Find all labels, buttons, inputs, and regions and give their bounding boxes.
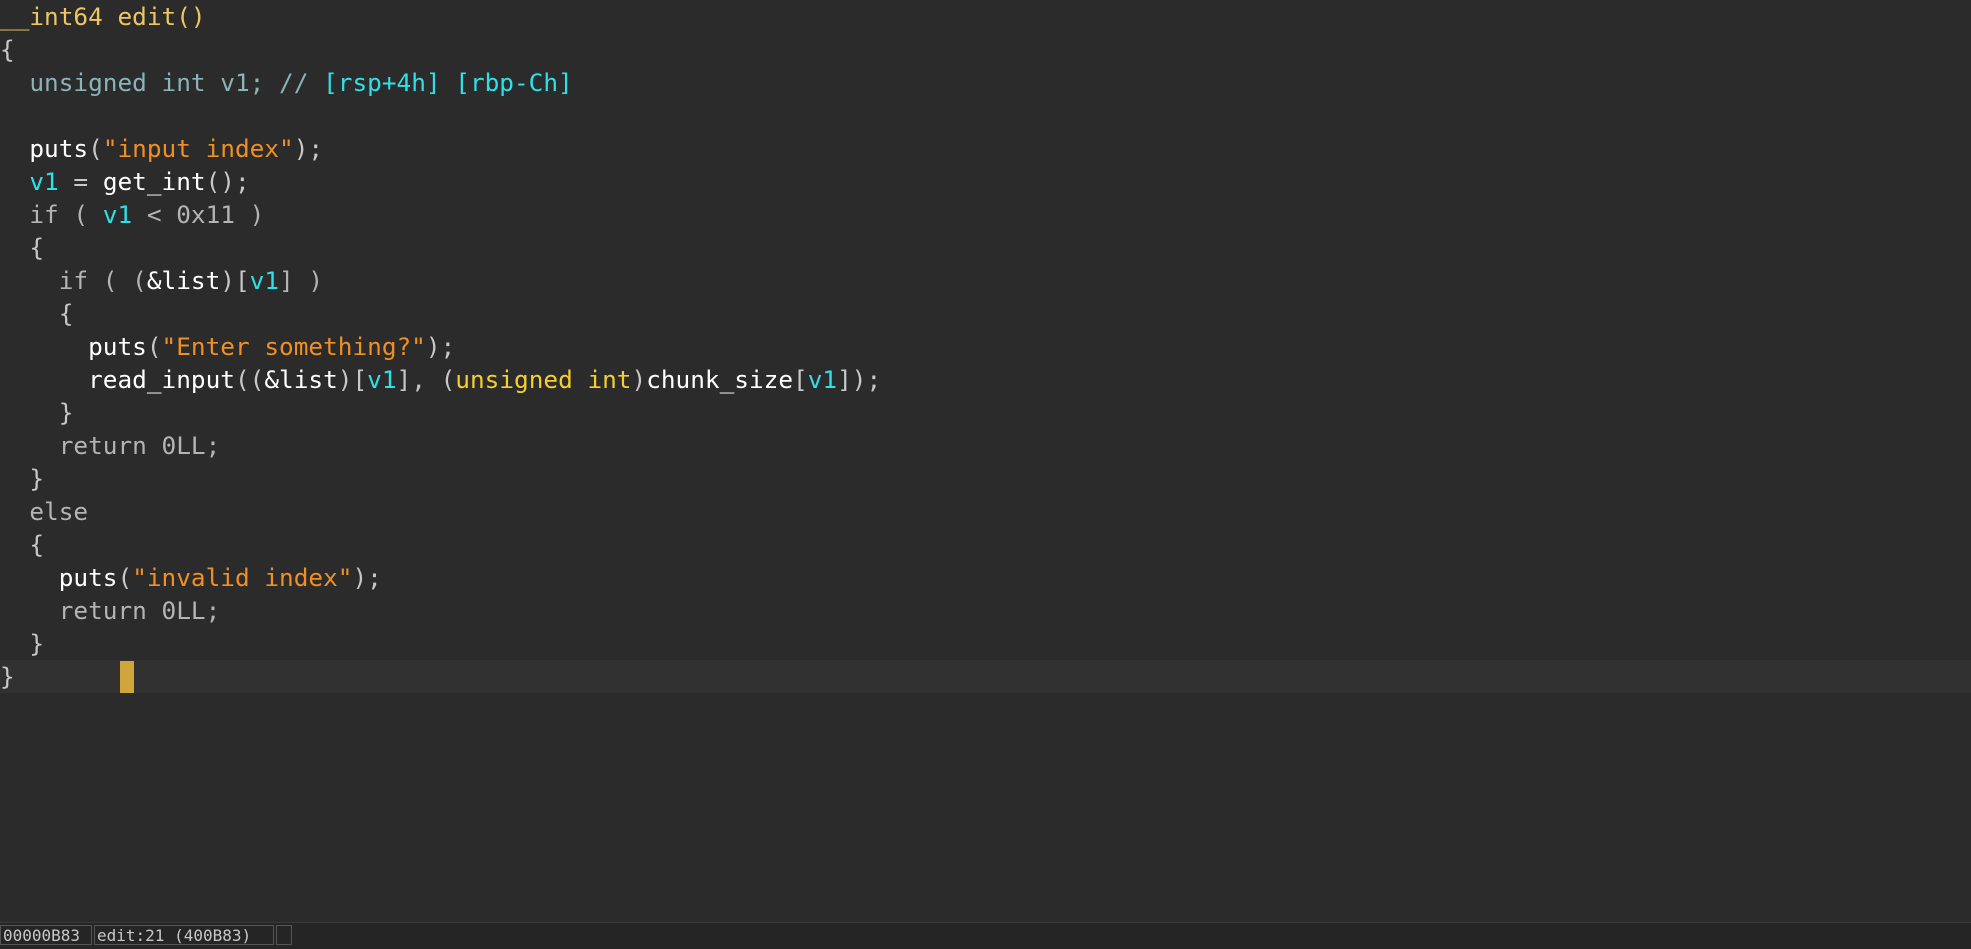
code-token: ( (88, 134, 103, 163)
code-line[interactable]: puts("input index"); (0, 132, 1971, 165)
code-token: [ (793, 365, 808, 394)
code-token: { (0, 35, 15, 64)
code-token: v1 (807, 365, 838, 394)
code-token: } (0, 662, 15, 691)
code-token: v1 (367, 365, 397, 394)
code-line[interactable]: { (0, 33, 1971, 66)
code-token: ; // (249, 68, 324, 97)
code-line[interactable]: } (0, 660, 1971, 693)
code-token: v1 (29, 167, 59, 196)
code-token: __int64 edit() (0, 2, 206, 31)
code-token: if ( ( (0, 266, 147, 295)
code-token: ]); (837, 365, 882, 394)
code-token: &list (146, 266, 221, 295)
code-token: = (58, 167, 103, 196)
code-token: ) (631, 365, 647, 394)
code-token: unsigned int (455, 365, 632, 394)
status-location: edit:21 (400B83) (94, 925, 274, 945)
code-token: (( (234, 365, 265, 394)
code-token: )[ (337, 365, 368, 394)
code-line[interactable]: return 0LL; (0, 594, 1971, 627)
code-token: < 0x11 ) (132, 200, 265, 229)
code-line[interactable]: read_input((&list)[v1], (unsigned int)ch… (0, 363, 1971, 396)
code-line[interactable]: else (0, 495, 1971, 528)
status-extra (276, 925, 292, 945)
code-line[interactable]: puts("Enter something?"); (0, 330, 1971, 363)
code-token: v1 (249, 266, 280, 295)
code-token: } (0, 464, 45, 493)
code-token: puts (58, 563, 118, 592)
code-token: "Enter something?" (161, 332, 426, 361)
code-token: { (0, 530, 45, 559)
code-token: get_int (102, 167, 206, 196)
code-line[interactable]: return 0LL; (0, 429, 1971, 462)
code-line[interactable]: if ( v1 < 0x11 ) (0, 198, 1971, 231)
code-line[interactable]: } (0, 396, 1971, 429)
code-line[interactable]: { (0, 528, 1971, 561)
status-address: 00000B83 (0, 925, 92, 945)
code-token: puts (88, 332, 147, 361)
code-token: else (0, 497, 89, 526)
code-line[interactable] (0, 99, 1971, 132)
code-token: unsigned int v1 (29, 68, 250, 97)
code-line[interactable]: v1 = get_int(); (0, 165, 1971, 198)
code-line[interactable]: { (0, 231, 1971, 264)
code-token: "invalid index" (132, 563, 353, 592)
code-token: if ( (0, 200, 103, 229)
code-token: ] ) (279, 266, 324, 295)
code-line[interactable]: } (0, 462, 1971, 495)
code-token: } (0, 629, 45, 658)
code-line[interactable]: if ( (&list)[v1] ) (0, 264, 1971, 297)
code-token: } (0, 398, 74, 427)
pseudocode-view[interactable]: __int64 edit(){ unsigned int v1; // [rsp… (0, 0, 1971, 920)
code-token: "input index" (102, 134, 294, 163)
code-token: v1 (102, 200, 133, 229)
code-token: ], ( (396, 365, 456, 394)
code-line[interactable]: unsigned int v1; // [rsp+4h] [rbp-Ch] (0, 66, 1971, 99)
code-line[interactable]: { (0, 297, 1971, 330)
code-line[interactable]: puts("invalid index"); (0, 561, 1971, 594)
code-token: return 0LL; (0, 596, 221, 625)
code-token: ( (117, 563, 133, 592)
code-token: read_input (88, 365, 235, 394)
code-token: &list (264, 365, 338, 394)
code-token: ); (425, 332, 456, 361)
code-token: { (0, 233, 45, 262)
code-token: { (0, 299, 74, 328)
code-token: (); (205, 167, 250, 196)
code-token: ); (293, 134, 324, 163)
code-token: [rsp+4h] [rbp-Ch] (323, 68, 573, 97)
code-token: ); (352, 563, 382, 592)
code-token: )[ (220, 266, 250, 295)
code-token: chunk_size (646, 365, 794, 394)
text-caret (120, 661, 134, 693)
code-token: puts (29, 134, 89, 163)
code-token: return 0LL; (0, 431, 221, 460)
code-line[interactable]: __int64 edit() (0, 0, 1971, 33)
code-token: ( (146, 332, 162, 361)
status-bar: 00000B83 edit:21 (400B83) (0, 922, 1971, 949)
code-line[interactable]: } (0, 627, 1971, 660)
